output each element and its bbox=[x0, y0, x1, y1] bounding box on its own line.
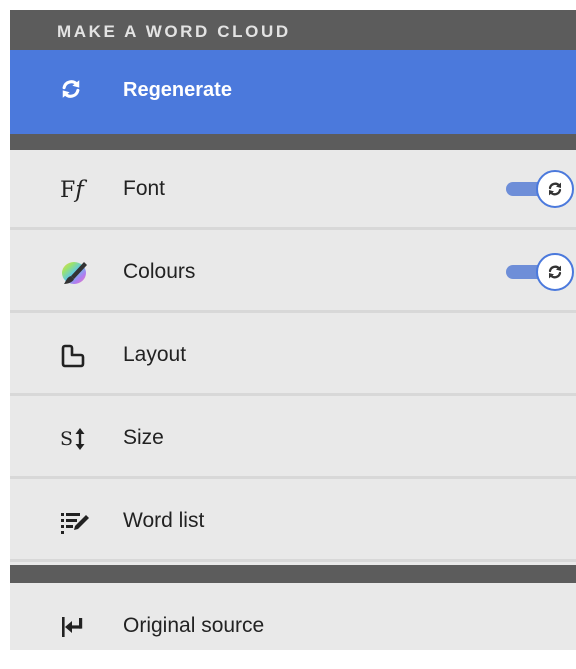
refresh-icon bbox=[60, 78, 82, 100]
divider bbox=[10, 134, 576, 150]
divider bbox=[10, 565, 576, 583]
refresh-icon bbox=[536, 253, 574, 291]
return-arrow-icon bbox=[60, 613, 90, 641]
menu-item-font-label: Font bbox=[123, 177, 166, 200]
font-randomize-toggle[interactable] bbox=[506, 169, 576, 209]
menu-item-colours-label: Colours bbox=[123, 260, 196, 283]
menu-item-word-list[interactable]: Word list bbox=[10, 482, 576, 562]
panel-title: MAKE A WORD CLOUD bbox=[10, 10, 576, 50]
menu-item-layout-label: Layout bbox=[123, 343, 187, 366]
refresh-icon bbox=[536, 170, 574, 208]
menu-item-original-source[interactable]: Original source bbox=[10, 583, 576, 650]
regenerate-label: Regenerate bbox=[123, 79, 232, 101]
layout-icon bbox=[60, 342, 90, 370]
regenerate-button[interactable]: Regenerate bbox=[10, 50, 576, 134]
word-cloud-panel: MAKE A WORD CLOUD Regenerate Ff Font Col… bbox=[10, 10, 576, 650]
word-list-icon bbox=[60, 508, 90, 536]
menu-item-layout[interactable]: Layout bbox=[10, 316, 576, 396]
colours-randomize-toggle[interactable] bbox=[506, 252, 576, 292]
font-icon: Ff bbox=[60, 177, 84, 203]
menu-item-size-label: Size bbox=[123, 426, 164, 449]
size-icon: S bbox=[60, 425, 90, 453]
menu-item-size[interactable]: S Size bbox=[10, 399, 576, 479]
menu-item-font[interactable]: Ff Font bbox=[10, 150, 576, 230]
menu-item-word-list-label: Word list bbox=[123, 509, 205, 532]
menu-item-colours[interactable]: Colours bbox=[10, 233, 576, 313]
menu-item-original-source-label: Original source bbox=[123, 614, 265, 637]
palette-icon bbox=[60, 259, 90, 287]
